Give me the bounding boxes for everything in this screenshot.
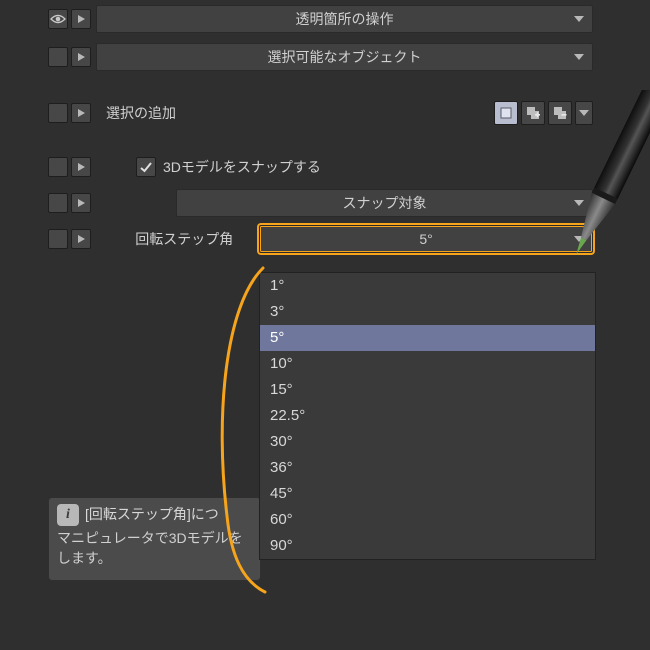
snap-3d-checkbox[interactable] (136, 157, 156, 177)
rotation-step-option[interactable]: 22.5° (260, 403, 595, 429)
row-rotation-step: 回転ステップ角 5° (48, 224, 593, 254)
rotation-step-dropdown[interactable]: 5° (259, 225, 593, 253)
chevron-down-icon (573, 11, 585, 27)
snap-target-label: スナップ対象 (343, 193, 427, 213)
rotation-step-option[interactable]: 45° (260, 481, 595, 507)
selectable-objects-label: 選択可能なオブジェクト (268, 47, 422, 67)
rotation-step-option[interactable]: 36° (260, 455, 595, 481)
rotation-step-option[interactable]: 30° (260, 429, 595, 455)
subtract-selection-icon[interactable] (548, 101, 572, 125)
expand-toggle[interactable] (71, 229, 91, 249)
rotation-step-option[interactable]: 1° (260, 273, 595, 299)
row-add-selection: 選択の追加 (48, 98, 593, 128)
snap-3d-label: 3Dモデルをスナップする (163, 157, 321, 177)
snap-target-dropdown[interactable]: スナップ対象 (176, 189, 593, 217)
rotation-step-option[interactable]: 10° (260, 351, 595, 377)
visibility-toggle[interactable] (48, 47, 68, 67)
eye-icon (50, 13, 66, 25)
add-selection-label: 選択の追加 (96, 103, 491, 123)
rotation-step-option[interactable]: 60° (260, 507, 595, 533)
visibility-toggle[interactable] (48, 103, 68, 123)
more-selection-modes[interactable] (575, 101, 593, 125)
expand-toggle[interactable] (71, 157, 91, 177)
visibility-toggle[interactable] (48, 229, 68, 249)
chevron-down-icon (573, 49, 585, 65)
visibility-toggle[interactable] (48, 193, 68, 213)
rotation-step-option[interactable]: 15° (260, 377, 595, 403)
rotation-step-value: 5° (419, 231, 432, 247)
add-selection-icon[interactable] (521, 101, 545, 125)
expand-toggle[interactable] (71, 9, 91, 29)
info-icon: i (57, 504, 79, 526)
rotation-step-option[interactable]: 5° (260, 325, 595, 351)
expand-toggle[interactable] (71, 103, 91, 123)
expand-toggle[interactable] (71, 193, 91, 213)
visibility-toggle[interactable] (48, 157, 68, 177)
row-snap-3d-model: 3Dモデルをスナップする (48, 152, 593, 182)
transparent-ops-dropdown[interactable]: 透明箇所の操作 (96, 5, 593, 33)
selectable-objects-dropdown[interactable]: 選択可能なオブジェクト (96, 43, 593, 71)
rotation-step-label: 回転ステップ角 (135, 229, 259, 249)
row-selectable-objects: 選択可能なオブジェクト (48, 42, 593, 72)
info-title: [回転ステップ角]につ (85, 505, 219, 525)
rotation-step-option[interactable]: 3° (260, 299, 595, 325)
info-tooltip: i [回転ステップ角]につ マニピュレータで3Dモデルをします。 (48, 497, 261, 581)
visibility-toggle[interactable] (48, 9, 68, 29)
tool-property-panel: 透明箇所の操作 選択可能なオブジェクト 選択の追加 (48, 0, 593, 254)
row-transparent-ops: 透明箇所の操作 (48, 4, 593, 34)
info-body: マニピュレータで3Dモデルをします。 (57, 529, 252, 568)
chevron-down-icon (573, 231, 585, 247)
rotation-step-options-list[interactable]: 1°3°5°10°15°22.5°30°36°45°60°90° (259, 272, 596, 560)
row-snap-target: スナップ対象 (48, 188, 593, 218)
rotation-step-option[interactable]: 90° (260, 533, 595, 559)
new-selection-icon[interactable] (494, 101, 518, 125)
transparent-ops-label: 透明箇所の操作 (296, 9, 394, 29)
chevron-down-icon (573, 195, 585, 211)
expand-toggle[interactable] (71, 47, 91, 67)
